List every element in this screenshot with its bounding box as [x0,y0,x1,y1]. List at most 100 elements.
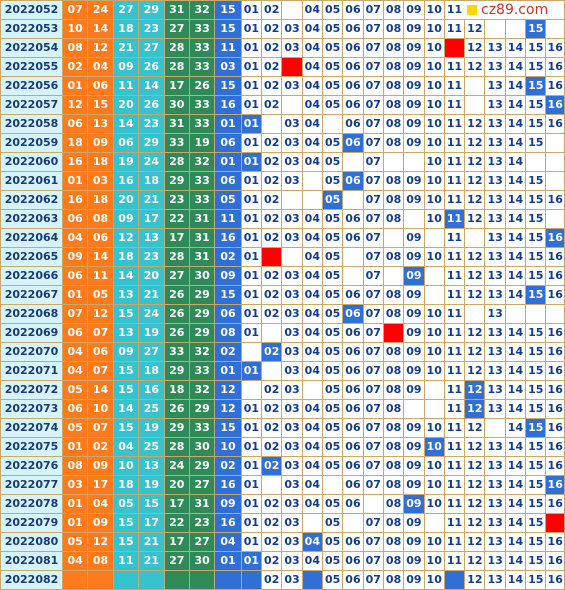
blue-dist-cell-06: 06 [342,95,364,115]
blue-dist-cell-13 [484,418,506,438]
table-row: 2022069 06 07 13 19 26 29 08 01 03 04 05 06 07 09 10 11 1… [0,323,565,343]
table-row: 2022076 08 09 10 13 24 29 02 01 02 03 04 05 06 07 08 09 1… [0,456,565,476]
blue-dist-cell-07: 07 [362,532,384,552]
red-ball-1: 18 [61,133,89,153]
red-ball-5: 29 [163,171,190,191]
blue-dist-cell-10 [423,266,445,286]
blue-dist-cell-15: 15 [525,513,547,533]
red-ball-4: 23 [138,247,165,267]
blue-dist-cell-02 [261,323,283,343]
blue-dist-cell-16: 16 [545,38,565,58]
blue-dist-cell-03: 03 [281,76,303,96]
blue-dist-cell-07: 07 [362,399,384,419]
issue-number: 2022054 [0,38,63,58]
blue-dist-cell-16: 16 [545,475,565,495]
blue-dist-cell-01: 01 [240,494,263,514]
blue-dist-cell-13: 13 [484,456,506,476]
issue-number: 2022082 [0,570,63,590]
blue-dist-cell-01: 01 [240,532,263,552]
blue-dist-cell-11: 11 [443,190,466,210]
blue-dist-cell-02: 02 [261,190,283,210]
blue-dist-cell-03 [281,95,303,115]
blue-dist-cell-10: 10 [423,361,445,381]
issue-number: 2022077 [0,475,63,495]
blue-dist-cell-12: 12 [464,475,486,495]
blue-dist-cell-15: 15 [525,247,547,267]
blue-dist-cell-15 [525,152,547,172]
blue-dist-cell-09: 09 [403,228,425,248]
blue-dist-cell-04: 04 [301,247,323,267]
red-ball-1: 16 [61,190,89,210]
issue-number: 2022067 [0,285,63,305]
red-ball-1: 06 [61,114,89,134]
blue-dist-cell-16: 16 [545,114,565,134]
blue-dist-cell-06: 06 [342,38,364,58]
issue-number: 2022061 [0,171,63,191]
blue-dist-cell-14: 14 [504,171,527,191]
blue-dist-cell-13: 13 [484,532,506,552]
blue-dist-cell-03: 03 [281,133,303,153]
blue-dist-cell-01: 01 [240,133,263,153]
blue-dist-cell-02: 02 [261,494,283,514]
blue-dist-cell-15: 15 [525,228,547,248]
blue-dist-cell-03: 03 [281,361,303,381]
blue-dist-cell-15: 15 [525,95,547,115]
blue-dist-cell-16: 16 [545,285,565,305]
red-ball-3: 09 [112,209,140,229]
red-ball-2: 15 [87,95,114,115]
blue-dist-cell-13: 13 [484,228,506,248]
blue-dist-cell-12: 12 [464,418,486,438]
blue-dist-cell-11: 11 [443,228,466,248]
blue-dist-cell-05: 05 [321,285,344,305]
red-ball-1: 07 [61,304,89,324]
red-ball-6: 32 [188,0,216,20]
blue-ball: 02 [214,342,242,362]
blue-dist-cell-08: 08 [382,95,405,115]
blue-dist-cell-04: 04 [301,209,323,229]
blue-dist-cell-14: 14 [504,228,527,248]
blue-dist-cell-05: 05 [321,437,344,457]
blue-ball: 15 [214,418,242,438]
blue-dist-cell-08: 08 [382,361,405,381]
blue-dist-cell-12 [464,76,486,96]
blue-dist-cell-09: 09 [403,304,425,324]
red-ball-4: 13 [138,456,165,476]
blue-dist-cell-11: 11 [443,323,466,343]
blue-dist-cell-07: 07 [362,323,384,343]
blue-dist-cell-11: 11 [443,532,466,552]
table-row: 2022055 02 04 09 26 28 33 03 01 02 04 05 06 07 08 09 10 1… [0,57,565,77]
blue-dist-cell-09: 09 [403,475,425,495]
blue-dist-cell-06 [342,266,364,286]
blue-dist-cell-15: 15 [525,551,547,571]
red-ball-6: 27 [188,475,216,495]
blue-dist-cell-02 [261,361,283,381]
red-ball-5: 17 [163,228,190,248]
blue-dist-cell-14: 14 [504,57,527,77]
red-ball-2: 18 [87,152,114,172]
blue-dist-cell-05: 05 [321,513,344,533]
blue-dist-cell-10: 10 [423,532,445,552]
blue-ball: 04 [214,532,242,552]
issue-number: 2022052 [0,0,63,20]
blue-dist-cell-09: 09 [403,456,425,476]
blue-dist-cell-11: 11 [443,0,466,20]
blue-dist-cell-02: 02 [261,456,283,476]
blue-dist-cell-08: 08 [382,76,405,96]
blue-dist-cell-08 [382,323,405,343]
blue-dist-cell-06: 06 [342,399,364,419]
issue-number: 2022074 [0,418,63,438]
red-ball-6: 29 [188,285,216,305]
blue-dist-cell-01: 01 [240,190,263,210]
blue-dist-cell-08 [382,266,405,286]
blue-dist-cell-10 [423,513,445,533]
red-ball-1: 06 [61,209,89,229]
blue-dist-cell-09: 09 [403,285,425,305]
blue-ball: 03 [214,57,242,77]
red-ball-3: 13 [112,323,140,343]
red-ball-1: 08 [61,456,89,476]
blue-ball: 06 [214,171,242,191]
blue-dist-cell-06 [342,247,364,267]
red-ball-4: 21 [138,285,165,305]
blue-dist-cell-04: 04 [301,304,323,324]
blue-dist-cell-01: 01 [240,57,263,77]
